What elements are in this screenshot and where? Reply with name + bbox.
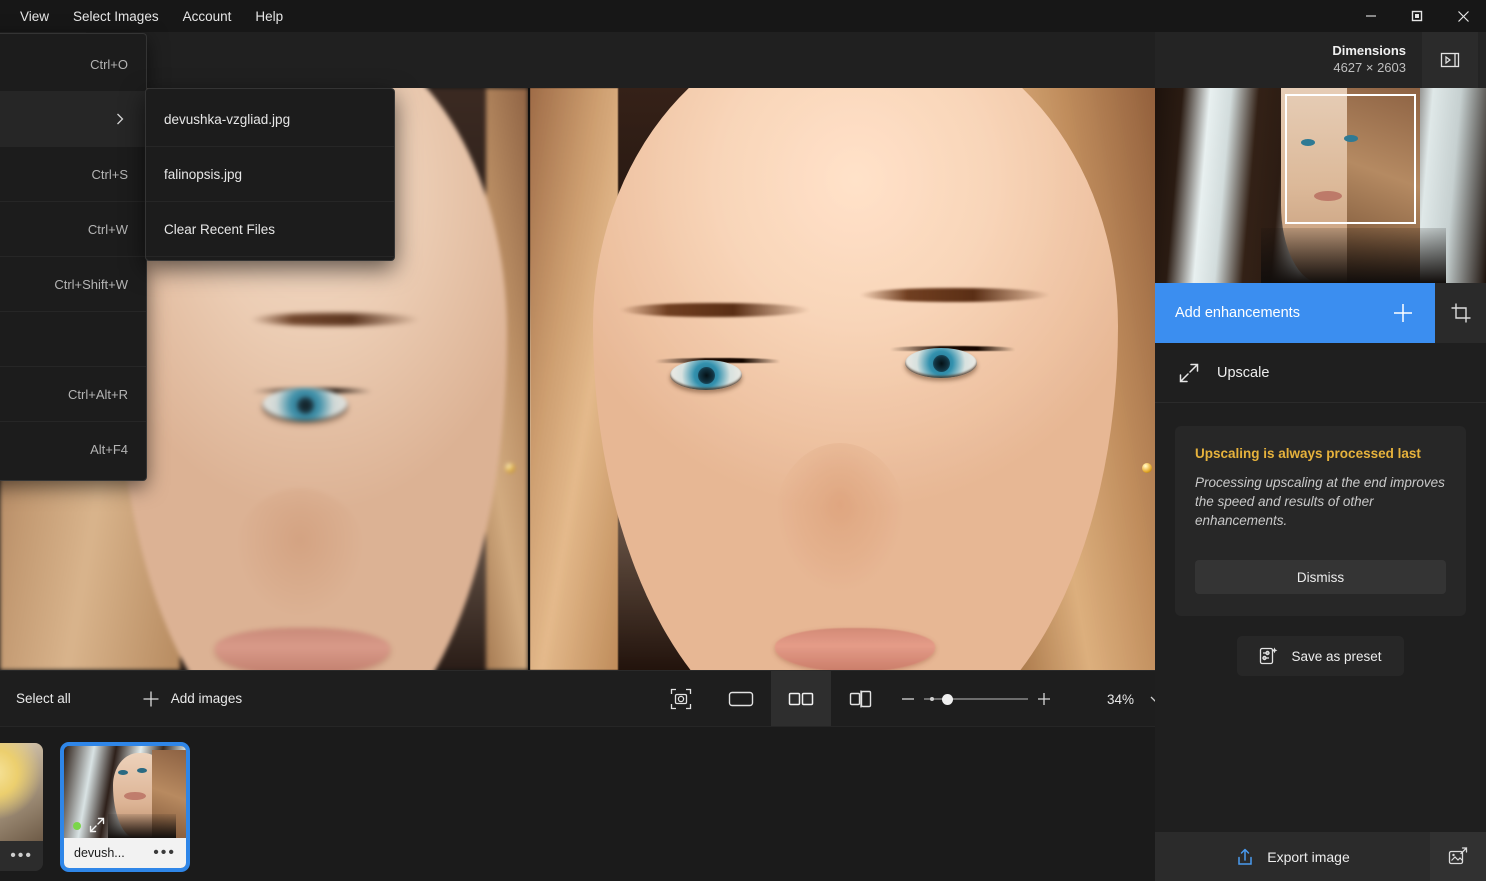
file-menu-dropdown[interactable]: s... Ctrl+O t Ctrl+S Ctrl+W ed I... Ctrl… bbox=[0, 33, 147, 481]
export-image-button[interactable]: Export image bbox=[1155, 832, 1430, 881]
clear-recent-files[interactable]: Clear Recent Files bbox=[146, 202, 394, 257]
dimensions-bar: Dimensions 4627 × 2603 bbox=[1155, 32, 1486, 88]
thumbnail-footer: ••• bbox=[0, 841, 43, 871]
export-image-label: Export image bbox=[1267, 849, 1349, 865]
menu-item-recent[interactable]: t bbox=[0, 92, 146, 147]
expand-icon[interactable] bbox=[88, 816, 106, 834]
export-all-button[interactable] bbox=[1430, 832, 1486, 881]
close-button[interactable] bbox=[1440, 0, 1486, 32]
thumbnail-image bbox=[64, 746, 186, 838]
add-enhancements-row: Add enhancements bbox=[1155, 283, 1486, 343]
navigator-preview[interactable] bbox=[1155, 88, 1486, 283]
dimensions-info: Dimensions 4627 × 2603 bbox=[1332, 43, 1422, 77]
recent-file-falinopsis[interactable]: falinopsis.jpg bbox=[146, 147, 394, 202]
add-enhancements-label: Add enhancements bbox=[1175, 305, 1300, 321]
filmstrip[interactable]: ••• devush... ••• bbox=[0, 726, 1155, 881]
recent-file-devushka[interactable]: devushka-vzgliad.jpg bbox=[146, 92, 394, 147]
maximize-button[interactable] bbox=[1394, 0, 1440, 32]
enhancement-label: Upscale bbox=[1217, 365, 1269, 381]
thumbnail-name: devush... bbox=[74, 846, 125, 860]
menu-item-open[interactable]: s... Ctrl+O bbox=[0, 37, 146, 92]
tab-strip: gliad.jpg bbox=[0, 32, 1155, 88]
menu-item-close[interactable]: Ctrl+W bbox=[0, 202, 146, 257]
menu-item-label: falinopsis.jpg bbox=[164, 167, 242, 182]
single-view-icon[interactable] bbox=[711, 671, 771, 727]
window-controls bbox=[1348, 0, 1486, 32]
dimensions-title: Dimensions bbox=[1332, 43, 1406, 59]
add-enhancements-button[interactable]: Add enhancements bbox=[1155, 283, 1435, 343]
dismiss-button[interactable]: Dismiss bbox=[1195, 560, 1446, 594]
export-all-icon bbox=[1447, 846, 1469, 868]
title-bar: View Select Images Account Help bbox=[0, 0, 1486, 32]
thumbnail-footer: devush... ••• bbox=[64, 838, 186, 868]
save-preset-label: Save as preset bbox=[1291, 649, 1381, 664]
zoom-slider-tick bbox=[930, 697, 934, 701]
view-mode-group bbox=[651, 671, 891, 727]
add-images-label: Add images bbox=[171, 691, 242, 706]
zoom-slider[interactable] bbox=[924, 698, 1028, 700]
select-all-button[interactable]: Select all bbox=[2, 691, 85, 706]
right-sidebar: Dimensions 4627 × 2603 bbox=[1155, 32, 1486, 881]
list-item[interactable]: devush... ••• bbox=[61, 743, 189, 871]
tip-body: Processing upscaling at the end improves… bbox=[1195, 473, 1446, 530]
navigator-viewport-rect[interactable] bbox=[1285, 94, 1416, 224]
menu-bar: View Select Images Account Help bbox=[0, 0, 295, 32]
menu-item-accel: Ctrl+O bbox=[90, 57, 128, 72]
tip-card: Upscaling is always processed last Proce… bbox=[1175, 426, 1466, 616]
dimensions-value: 4627 × 2603 bbox=[1332, 59, 1406, 77]
menu-item-save[interactable]: Ctrl+S bbox=[0, 147, 146, 202]
export-bar: Export image bbox=[1155, 832, 1486, 881]
menu-item-accel: Ctrl+W bbox=[88, 222, 128, 237]
processing-status-dot bbox=[73, 822, 81, 830]
menu-item-close-all[interactable]: ed I... Ctrl+Shift+W bbox=[0, 257, 146, 312]
side-by-side-icon[interactable] bbox=[831, 671, 891, 727]
thumbnail-image bbox=[0, 743, 43, 841]
zoom-value: 34% bbox=[1094, 692, 1134, 707]
menu-item-accel: Ctrl+S bbox=[92, 167, 128, 182]
panel-collapse-icon[interactable] bbox=[1422, 32, 1478, 88]
fit-to-screen-icon[interactable] bbox=[651, 671, 711, 727]
zoom-out-icon[interactable] bbox=[900, 691, 916, 707]
canvas-pane-enhanced[interactable] bbox=[530, 88, 1155, 670]
zoom-control: 34% bbox=[900, 671, 1162, 727]
menu-item-accel: Ctrl+Alt+R bbox=[68, 387, 128, 402]
menu-item-images[interactable]: ges bbox=[0, 312, 146, 367]
preset-icon bbox=[1259, 646, 1279, 666]
list-item[interactable]: ••• bbox=[0, 743, 43, 871]
chevron-right-icon bbox=[112, 111, 128, 127]
add-images-button[interactable]: Add images bbox=[141, 689, 242, 709]
tip-title: Upscaling is always processed last bbox=[1195, 446, 1446, 461]
bottom-toolbar: Select all Add images bbox=[0, 670, 1155, 726]
menu-item-accel: Ctrl+Shift+W bbox=[54, 277, 128, 292]
zoom-in-icon[interactable] bbox=[1036, 691, 1052, 707]
app-window: View Select Images Account Help gliad.jp… bbox=[0, 0, 1486, 881]
menu-item-label: Clear Recent Files bbox=[164, 222, 275, 237]
minimize-button[interactable] bbox=[1348, 0, 1394, 32]
zoom-slider-handle[interactable] bbox=[942, 694, 953, 705]
enhancement-upscale[interactable]: Upscale bbox=[1155, 343, 1486, 403]
menu-help[interactable]: Help bbox=[243, 0, 295, 32]
plus-icon bbox=[1391, 301, 1415, 325]
menu-item-accel: Alt+F4 bbox=[90, 442, 128, 457]
menu-account[interactable]: Account bbox=[171, 0, 244, 32]
save-preset-row: Save as preset bbox=[1155, 636, 1486, 676]
plus-icon bbox=[141, 689, 161, 709]
menu-item-explorer[interactable]: orer Ctrl+Alt+R bbox=[0, 367, 146, 422]
menu-item-exit[interactable]: Alt+F4 bbox=[0, 422, 146, 477]
menu-view[interactable]: View bbox=[8, 0, 61, 32]
crop-icon bbox=[1450, 302, 1472, 324]
crop-tool-button[interactable] bbox=[1435, 283, 1486, 343]
split-view-icon[interactable] bbox=[771, 671, 831, 727]
portrait-enhanced bbox=[530, 88, 1155, 670]
recent-files-submenu[interactable]: devushka-vzgliad.jpg falinopsis.jpg Clea… bbox=[145, 88, 395, 261]
menu-item-label: devushka-vzgliad.jpg bbox=[164, 112, 290, 127]
save-preset-button[interactable]: Save as preset bbox=[1237, 636, 1403, 676]
share-up-icon bbox=[1235, 847, 1255, 867]
menu-select-images[interactable]: Select Images bbox=[61, 0, 171, 32]
upscale-arrow-icon bbox=[1177, 361, 1201, 385]
